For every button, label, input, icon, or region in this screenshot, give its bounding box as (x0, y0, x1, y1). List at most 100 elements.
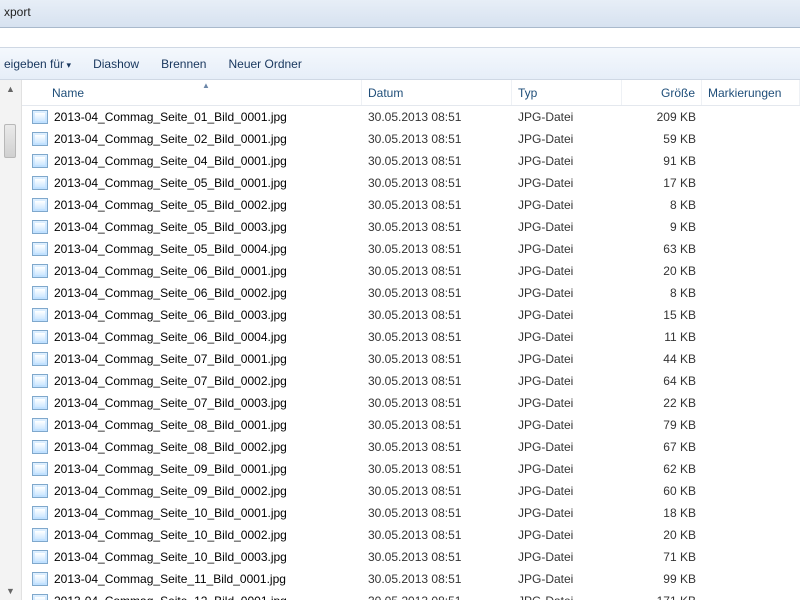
file-row[interactable]: 2013-04_Commag_Seite_07_Bild_0001.jpg 30.… (22, 348, 800, 370)
file-type: JPG-Datei (512, 198, 622, 212)
file-name: 2013-04_Commag_Seite_05_Bild_0004.jpg (54, 242, 287, 256)
file-row[interactable]: 2013-04_Commag_Seite_06_Bild_0003.jpg30.… (22, 304, 800, 326)
file-type: JPG-Datei (512, 594, 622, 600)
file-date: 30.05.2013 08:51 (362, 242, 512, 256)
file-date: 30.05.2013 08:51 (362, 528, 512, 542)
file-row[interactable]: 2013-04_Commag_Seite_09_Bild_0001.jpg30.… (22, 458, 800, 480)
file-type: JPG-Datei (512, 154, 622, 168)
file-size: 63 KB (622, 242, 702, 256)
file-row[interactable]: 2013-04_Commag_Seite_05_Bild_0003.jpg30.… (22, 216, 800, 238)
share-button[interactable]: eigeben für (4, 57, 71, 71)
file-date: 30.05.2013 08:51 (362, 594, 512, 600)
file-name: 2013-04_Commag_Seite_07_Bild_0002.jpg (54, 374, 287, 388)
file-date: 30.05.2013 08:51 (362, 440, 512, 454)
image-file-icon (32, 352, 48, 366)
image-file-icon (32, 220, 48, 234)
file-date: 30.05.2013 08:51 (362, 572, 512, 586)
image-file-icon (32, 154, 48, 168)
file-size: 171 KB (622, 594, 702, 600)
file-row[interactable]: 2013-04_Commag_Seite_04_Bild_0001.jpg30.… (22, 150, 800, 172)
file-name: 2013-04_Commag_Seite_09_Bild_0002.jpg (54, 484, 287, 498)
file-name: 2013-04_Commag_Seite_10_Bild_0003.jpg (54, 550, 287, 564)
file-row[interactable]: 2013-04_Commag_Seite_08_Bild_0001.jpg 30.… (22, 414, 800, 436)
image-file-icon (32, 484, 48, 498)
file-type: JPG-Datei (512, 110, 622, 124)
file-row[interactable]: 2013-04_Commag_Seite_06_Bild_0004.jpg30.… (22, 326, 800, 348)
file-date: 30.05.2013 08:51 (362, 198, 512, 212)
address-strip[interactable] (0, 28, 800, 48)
file-date: 30.05.2013 08:51 (362, 550, 512, 564)
toolbar: eigeben für Diashow Brennen Neuer Ordner (0, 48, 800, 80)
file-name: 2013-04_Commag_Seite_01_Bild_0001.jpg (54, 110, 287, 124)
slideshow-button[interactable]: Diashow (93, 57, 139, 71)
file-name: 2013-04_Commag_Seite_04_Bild_0001.jpg (54, 154, 287, 168)
file-row[interactable]: 2013-04_Commag_Seite_08_Bild_0002.jpg30.… (22, 436, 800, 458)
file-size: 20 KB (622, 528, 702, 542)
column-type[interactable]: Typ (512, 80, 622, 105)
file-row[interactable]: 2013-04_Commag_Seite_06_Bild_0001.jpg30.… (22, 260, 800, 282)
file-size: 8 KB (622, 198, 702, 212)
scroll-thumb[interactable] (4, 124, 16, 158)
file-date: 30.05.2013 08:51 (362, 418, 512, 432)
file-row[interactable]: 2013-04_Commag_Seite_11_Bild_0001.jpg 30.… (22, 568, 800, 590)
file-name: 2013-04_Commag_Seite_07_Bild_0003.jpg (54, 396, 287, 410)
file-date: 30.05.2013 08:51 (362, 484, 512, 498)
file-list-pane: Name ▲ Datum Typ Größe Markierungen 2013… (22, 80, 800, 600)
file-date: 30.05.2013 08:51 (362, 352, 512, 366)
file-size: 9 KB (622, 220, 702, 234)
file-name: 2013-04_Commag_Seite_06_Bild_0002.jpg (54, 286, 287, 300)
image-file-icon (32, 242, 48, 256)
file-size: 91 KB (622, 154, 702, 168)
file-row[interactable]: 2013-04_Commag_Seite_07_Bild_0003.jpg 30.… (22, 392, 800, 414)
file-row[interactable]: 2013-04_Commag_Seite_06_Bild_0002.jpg30.… (22, 282, 800, 304)
file-size: 15 KB (622, 308, 702, 322)
file-name: 2013-04_Commag_Seite_02_Bild_0001.jpg (54, 132, 287, 146)
file-type: JPG-Datei (512, 242, 622, 256)
file-row[interactable]: 2013-04_Commag_Seite_12_Bild_0001.jpg 30.… (22, 590, 800, 600)
file-type: JPG-Datei (512, 374, 622, 388)
column-date[interactable]: Datum (362, 80, 512, 105)
file-row[interactable]: 2013-04_Commag_Seite_05_Bild_0004.jpg 30.… (22, 238, 800, 260)
file-date: 30.05.2013 08:51 (362, 132, 512, 146)
file-name: 2013-04_Commag_Seite_10_Bild_0001.jpg (54, 506, 287, 520)
file-name: 2013-04_Commag_Seite_08_Bild_0001.jpg (54, 418, 287, 432)
file-row[interactable]: 2013-04_Commag_Seite_02_Bild_0001.jpg 30.… (22, 128, 800, 150)
file-name: 2013-04_Commag_Seite_06_Bild_0001.jpg (54, 264, 287, 278)
column-size[interactable]: Größe (622, 80, 702, 105)
file-name: 2013-04_Commag_Seite_11_Bild_0001.jpg (54, 572, 286, 586)
file-size: 71 KB (622, 550, 702, 564)
file-date: 30.05.2013 08:51 (362, 330, 512, 344)
file-date: 30.05.2013 08:51 (362, 396, 512, 410)
image-file-icon (32, 462, 48, 476)
window-titlebar[interactable]: xport (0, 0, 800, 28)
file-row[interactable]: 2013-04_Commag_Seite_01_Bild_0001.jpg 30.… (22, 106, 800, 128)
file-type: JPG-Datei (512, 484, 622, 498)
image-file-icon (32, 330, 48, 344)
file-type: JPG-Datei (512, 308, 622, 322)
file-row[interactable]: 2013-04_Commag_Seite_05_Bild_0002.jpg30.… (22, 194, 800, 216)
nav-pane-scrollbar[interactable]: ▲ ▼ (0, 80, 22, 600)
file-name: 2013-04_Commag_Seite_05_Bild_0001.jpg (54, 176, 287, 190)
file-size: 209 KB (622, 110, 702, 124)
file-row[interactable]: 2013-04_Commag_Seite_10_Bild_0001.jpg30.… (22, 502, 800, 524)
scroll-up-icon[interactable]: ▲ (6, 84, 15, 94)
file-row[interactable]: 2013-04_Commag_Seite_09_Bild_0002.jpg 30.… (22, 480, 800, 502)
file-name: 2013-04_Commag_Seite_12_Bild_0001.jpg (54, 594, 287, 600)
burn-button[interactable]: Brennen (161, 57, 206, 71)
image-file-icon (32, 506, 48, 520)
column-tags[interactable]: Markierungen (702, 80, 800, 105)
scroll-down-icon[interactable]: ▼ (6, 586, 15, 596)
file-row[interactable]: 2013-04_Commag_Seite_10_Bild_0002.jpg 30.… (22, 524, 800, 546)
image-file-icon (32, 594, 48, 600)
newfolder-button[interactable]: Neuer Ordner (228, 57, 301, 71)
file-row[interactable]: 2013-04_Commag_Seite_10_Bild_0003.jpg 30.… (22, 546, 800, 568)
file-date: 30.05.2013 08:51 (362, 374, 512, 388)
file-rows: 2013-04_Commag_Seite_01_Bild_0001.jpg 30.… (22, 106, 800, 600)
file-row[interactable]: 2013-04_Commag_Seite_07_Bild_0002.jpg 30.… (22, 370, 800, 392)
file-date: 30.05.2013 08:51 (362, 110, 512, 124)
column-name[interactable]: Name ▲ (22, 80, 362, 105)
file-name: 2013-04_Commag_Seite_10_Bild_0002.jpg (54, 528, 287, 542)
file-name: 2013-04_Commag_Seite_07_Bild_0001.jpg (54, 352, 287, 366)
file-row[interactable]: 2013-04_Commag_Seite_05_Bild_0001.jpg30.… (22, 172, 800, 194)
file-size: 59 KB (622, 132, 702, 146)
